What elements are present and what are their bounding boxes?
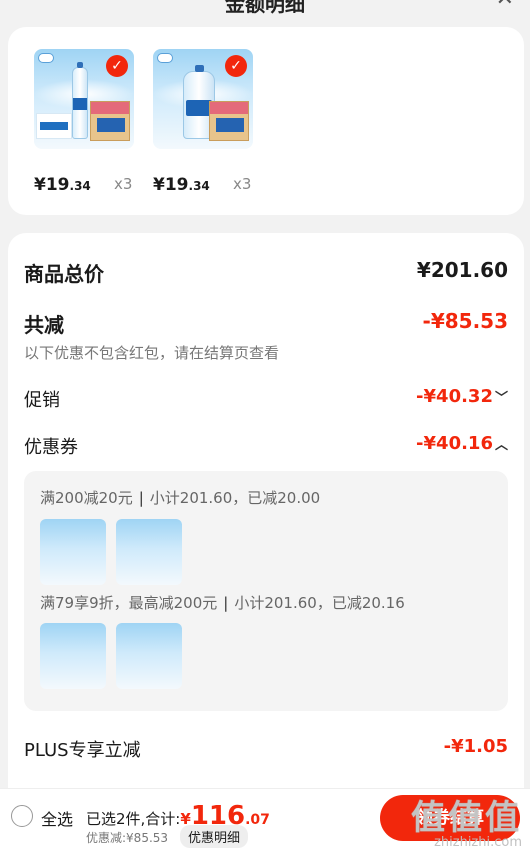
product-image[interactable]: ✓ xyxy=(34,49,134,149)
coupon-label: 优惠券 xyxy=(24,437,78,458)
select-all-radio[interactable] xyxy=(11,805,33,827)
promo-label: 促销 xyxy=(24,390,60,411)
reduce-note: 以下优惠不包含红包，请在结算页查看 xyxy=(24,344,280,362)
product-price: ¥19.34 xyxy=(153,175,210,195)
coupon-product-thumb[interactable] xyxy=(40,519,106,585)
coupon-detail-box: 满200减20元 | 小计201.60，已减20.00 满79享9折，最高减200元… xyxy=(24,471,508,711)
coupon-rule: 满79享9折，最高减200元 | 小计201.60，已减20.16 xyxy=(40,594,405,612)
promo-value: -¥40.32 ﹀ xyxy=(416,386,508,407)
chevron-up-icon[interactable]: ︿ xyxy=(495,438,508,453)
water-bottle-graphic xyxy=(72,62,88,139)
product-quantity: x3 xyxy=(233,175,252,193)
product-list-card: ✓ ¥19.34 x3 ✓ ¥19.34 x3 xyxy=(8,27,524,215)
total-label: 商品总价 xyxy=(24,262,104,286)
product-image[interactable]: ✓ xyxy=(153,49,253,149)
coupon-product-thumb[interactable] xyxy=(116,623,182,689)
total-value: ¥201.60 xyxy=(416,258,508,282)
plus-label: PLUS专享立减 xyxy=(24,740,141,761)
carton-box-graphic xyxy=(90,101,130,141)
product-item[interactable]: ✓ ¥19.34 x3 xyxy=(153,49,253,195)
reduce-label: 共减 xyxy=(24,313,64,337)
brand-logo-icon xyxy=(157,53,173,63)
coupon-rule: 满200减20元 | 小计201.60，已减20.00 xyxy=(40,489,321,507)
select-all-label[interactable]: 全选 xyxy=(41,806,73,830)
brand-logo-icon xyxy=(38,53,54,63)
chevron-down-icon[interactable]: ﹀ xyxy=(495,391,508,406)
coupon-value: -¥40.16 ︿ xyxy=(416,433,508,454)
close-icon[interactable]: ✕ xyxy=(496,0,514,11)
plus-value: -¥1.05 xyxy=(443,736,508,757)
product-price: ¥19.34 xyxy=(34,175,91,195)
selected-check-icon[interactable]: ✓ xyxy=(106,55,128,77)
discount-summary: 优惠减:¥85.53 xyxy=(86,831,169,845)
header: 金额明细 ✕ xyxy=(0,0,530,14)
carton-box-graphic xyxy=(209,101,249,141)
product-item[interactable]: ✓ ¥19.34 x3 xyxy=(34,49,134,195)
selected-check-icon[interactable]: ✓ xyxy=(225,55,247,77)
watermark: 值值值 zhizhizhi.com xyxy=(411,798,522,850)
discount-detail-button[interactable]: 优惠明细 xyxy=(180,825,249,848)
coupon-product-thumb[interactable] xyxy=(40,623,106,689)
promo-card-graphic xyxy=(36,113,72,139)
coupon-product-thumb[interactable] xyxy=(116,519,182,585)
reduce-value: -¥85.53 xyxy=(422,309,508,333)
amount-detail-card: 商品总价 ¥201.60 共减 -¥85.53 以下优惠不包含红包，请在结算页查… xyxy=(8,233,524,793)
product-quantity: x3 xyxy=(114,175,133,193)
page-title: 金额明细 xyxy=(225,0,305,14)
